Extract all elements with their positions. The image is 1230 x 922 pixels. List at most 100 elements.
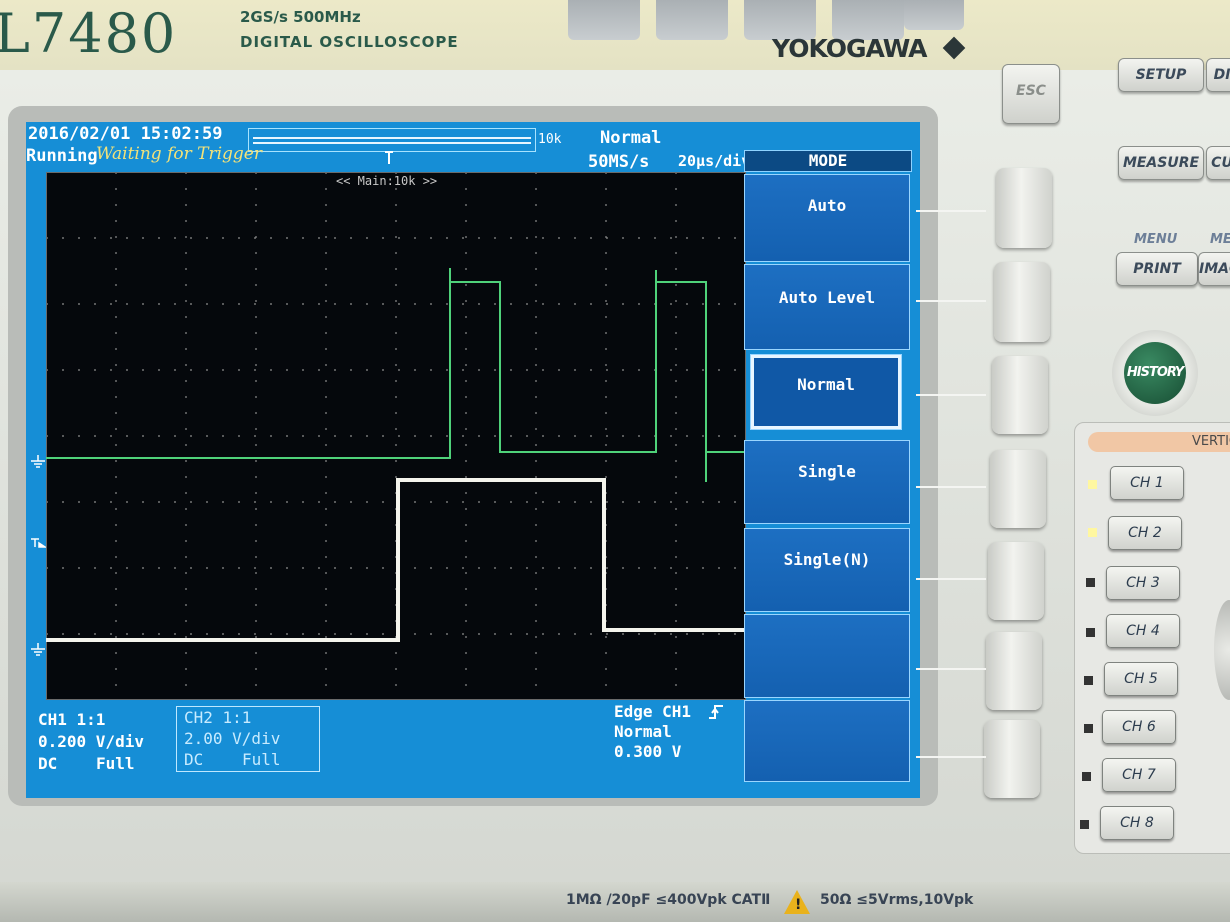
heatsink-fin	[656, 0, 728, 40]
ch6-led	[1084, 724, 1093, 733]
sample-rate: 50MS/s	[588, 152, 650, 172]
ch2-led	[1088, 528, 1097, 537]
ch-button-label: CH 2	[1128, 525, 1162, 541]
ch8-button[interactable]: CH 8	[1100, 806, 1174, 840]
softkey-guide-line	[916, 300, 986, 302]
ch4-button[interactable]: CH 4	[1106, 614, 1180, 648]
image-label: IMAG	[1199, 261, 1230, 277]
input-rating-1m: 1MΩ /20pF ≤400Vpk CATⅡ	[566, 892, 771, 908]
softkey-guide-line	[916, 486, 986, 488]
softkey-auto-level[interactable]: Auto Level	[744, 264, 910, 350]
ch7-button[interactable]: CH 7	[1102, 758, 1176, 792]
esc-button[interactable]: ESC	[1002, 64, 1060, 124]
trigger-mode-header: Normal	[600, 128, 662, 148]
ch7-led	[1082, 772, 1091, 781]
trigger-level-marker-icon	[30, 534, 48, 553]
ch8-led	[1080, 820, 1089, 829]
cursor-button[interactable]: CU	[1206, 146, 1230, 180]
esc-label: ESC	[1016, 83, 1046, 99]
heatsink-fin	[904, 0, 964, 30]
softkey-normal[interactable]: Normal	[750, 354, 902, 430]
softkey-blank-7[interactable]	[744, 700, 910, 782]
brand-logo: YOKOGAWA	[772, 34, 928, 63]
rising-edge-icon	[708, 704, 724, 724]
ch3-button[interactable]: CH 3	[1106, 566, 1180, 600]
heatsink-fin	[568, 0, 640, 40]
softkey-guide-line	[916, 756, 986, 758]
softkey-label: Single(N)	[783, 550, 871, 569]
softkey-menu: MODE Auto Auto Level Normal Single Singl…	[744, 150, 914, 782]
display-label: DI	[1213, 67, 1230, 83]
softkey-button-5[interactable]	[988, 542, 1044, 620]
ch2-scale: 2.00 V/div	[184, 729, 281, 748]
history-label: HISTORY	[1124, 342, 1186, 404]
warning-mark: !	[795, 897, 802, 913]
vertical-title: VERTIC	[1088, 432, 1230, 452]
ch1-ground-marker-icon	[30, 642, 46, 661]
spec-line-2: DIGITAL OSCILLOSCOPE	[240, 33, 459, 51]
softkey-guide-line	[916, 668, 986, 670]
ch6-button[interactable]: CH 6	[1102, 710, 1176, 744]
softkey-button-7[interactable]	[984, 720, 1040, 798]
cursor-label: CU	[1211, 155, 1230, 171]
ch-button-label: CH 1	[1130, 475, 1164, 491]
ch2-button[interactable]: CH 2	[1108, 516, 1182, 550]
ch4-led	[1086, 628, 1095, 637]
trigger-level: 0.300 V	[614, 742, 682, 761]
softkey-button-3[interactable]	[992, 356, 1048, 434]
ch1-bandwidth: Full	[96, 754, 135, 773]
menu-label: MENU	[1134, 232, 1178, 247]
channel-status-area: CH1 1:1 0.200 V/div DC Full CH2 1:1 2.00…	[26, 700, 744, 798]
ch-button-label: CH 7	[1122, 767, 1156, 783]
datetime: 2016/02/01 15:02:59	[28, 124, 223, 144]
softkey-single-n[interactable]: Single(N)	[744, 528, 910, 612]
ch2-name: CH2 1:1	[184, 708, 252, 727]
history-button[interactable]: HISTORY	[1112, 330, 1198, 416]
ch-button-label: CH 5	[1124, 671, 1158, 687]
ch-button-label: CH 8	[1120, 815, 1154, 831]
ch2-bandwidth: Full	[242, 750, 281, 769]
ch2-coupling: DC	[184, 750, 204, 769]
softkey-blank-6[interactable]	[744, 614, 910, 698]
ch-button-label: CH 6	[1122, 719, 1156, 735]
measure-label: MEASURE	[1122, 155, 1200, 171]
softkey-label: Single	[798, 462, 856, 481]
measure-button[interactable]: MEASURE	[1118, 146, 1204, 180]
softkey-button-6[interactable]	[986, 632, 1042, 710]
setup-button[interactable]: SETUP	[1118, 58, 1204, 92]
run-state: Running	[26, 146, 98, 166]
timebase: 20µs/div	[678, 152, 751, 170]
ch1-name: CH1 1:1	[38, 710, 106, 729]
print-button[interactable]: PRINT	[1116, 252, 1198, 286]
ch1-button[interactable]: CH 1	[1110, 466, 1184, 500]
softkey-button-1[interactable]	[996, 168, 1052, 248]
ch2-ground-marker-icon	[30, 454, 46, 473]
ch1-scale: 0.200 V/div	[38, 732, 144, 751]
ch5-led	[1084, 676, 1093, 685]
softkey-guide-line	[916, 394, 986, 396]
ch1-coupling: DC	[38, 754, 58, 773]
ch-button-label: CH 4	[1126, 623, 1160, 639]
softkey-single[interactable]: Single	[744, 440, 910, 524]
softkey-auto[interactable]: Auto	[744, 174, 910, 262]
waveform-svg	[46, 172, 746, 700]
record-bar	[248, 128, 536, 152]
setup-label: SETUP	[1135, 67, 1187, 83]
softkey-button-2[interactable]	[994, 262, 1050, 342]
softkey-guide-line	[916, 210, 986, 212]
model-name: L7480	[0, 2, 178, 65]
menu-label-2: ME	[1210, 232, 1230, 247]
softkey-button-4[interactable]	[990, 450, 1046, 528]
trigger-status: Waiting for Trigger	[96, 144, 262, 164]
image-button[interactable]: IMAG	[1198, 252, 1230, 286]
display-button[interactable]: DI	[1206, 58, 1230, 92]
print-label: PRINT	[1133, 261, 1181, 277]
softkey-label: Normal	[797, 375, 855, 394]
ch1-waveform	[46, 478, 746, 642]
trigger-position-marker-icon	[384, 150, 394, 164]
trigger-source: Edge CH1	[614, 702, 692, 721]
ch5-button[interactable]: CH 5	[1104, 662, 1178, 696]
spec-line-1: 2GS/s 500MHz	[240, 8, 361, 26]
oscilloscope-screen: 2016/02/01 15:02:59 10k Normal Running W…	[26, 122, 920, 798]
softkey-guide-line	[916, 578, 986, 580]
